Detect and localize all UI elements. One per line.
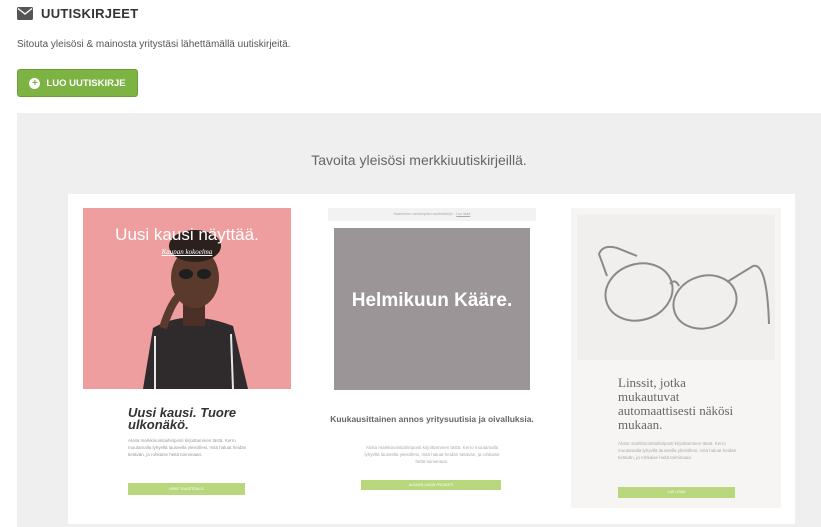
fashion-body-title: Uusi kausi. Tuore ulkonäkö. xyxy=(128,405,237,432)
monthly-topbar-text: Haaremme vanhempiasi osoiteitsitejsi... xyxy=(393,212,456,216)
lenses-body-title: Linssit, jotka mukautuvat automaattisest… xyxy=(618,375,734,432)
fashion-body-text: Aloita markkinointiaihiöposti kirjoittam… xyxy=(128,438,247,457)
glasses-hero-image xyxy=(577,214,775,360)
monthly-body-title: Kuukausittainen annos yritysuutisia ja o… xyxy=(330,414,534,424)
lenses-cta-button: LUE LISÄÄ xyxy=(618,487,735,498)
plus-circle-icon: + xyxy=(29,77,41,89)
monthly-topbar-link: Lue lisää xyxy=(456,212,471,216)
fashion-hero-link: Kaupan kokoelma xyxy=(161,248,213,256)
monthly-hero-title: Helmikuun Kääre. xyxy=(351,290,513,311)
monthly-body-text: Aloita markkinointiaihiöposti kirjoittam… xyxy=(364,445,500,464)
page-subtitle: Sitouta yleisösi & mainosta yritystäsi l… xyxy=(17,39,291,50)
template-preview-monthly[interactable]: Haaremme vanhempiasi osoiteitsitejsi... … xyxy=(328,208,536,508)
template-gallery: Uusi kausi näyttää. Kaupan kokoelma Uusi… xyxy=(68,194,795,524)
page-header: UUTISKIRJEET xyxy=(17,6,139,21)
fashion-hero-image: Uusi kausi näyttää. Kaupan kokoelma xyxy=(83,208,291,389)
create-newsletter-button[interactable]: + LUO UUTISKIRJE xyxy=(17,69,138,97)
showcase-title: Tavoita yleisösi merkkiuutiskirjeillä. xyxy=(311,152,527,168)
template-preview-lenses[interactable]: Linssit, jotka mukautuvat automaattisest… xyxy=(571,208,781,508)
fashion-hero-title: Uusi kausi näyttää. xyxy=(115,225,259,244)
create-newsletter-label: LUO UUTISKIRJE xyxy=(46,77,126,89)
monthly-hero-block: Helmikuun Kääre. xyxy=(334,228,530,390)
fashion-cta-button: HEIKE EVASTESILLE xyxy=(128,483,245,495)
showcase-panel: Tavoita yleisösi merkkiuutiskirjeillä. U… xyxy=(17,113,821,527)
lenses-body-text: Aloita markkinointiaihiöposti kirjoittam… xyxy=(618,441,737,460)
page-title: UUTISKIRJEET xyxy=(41,6,139,21)
envelope-icon xyxy=(17,7,33,20)
template-preview-fashion[interactable]: Uusi kausi näyttää. Kaupan kokoelma Uusi… xyxy=(83,208,291,508)
monthly-cta-button: AUTAKSI UUSIN PROJEKTI xyxy=(361,480,501,490)
monthly-topbar: Haaremme vanhempiasi osoiteitsitejsi... … xyxy=(328,208,536,221)
